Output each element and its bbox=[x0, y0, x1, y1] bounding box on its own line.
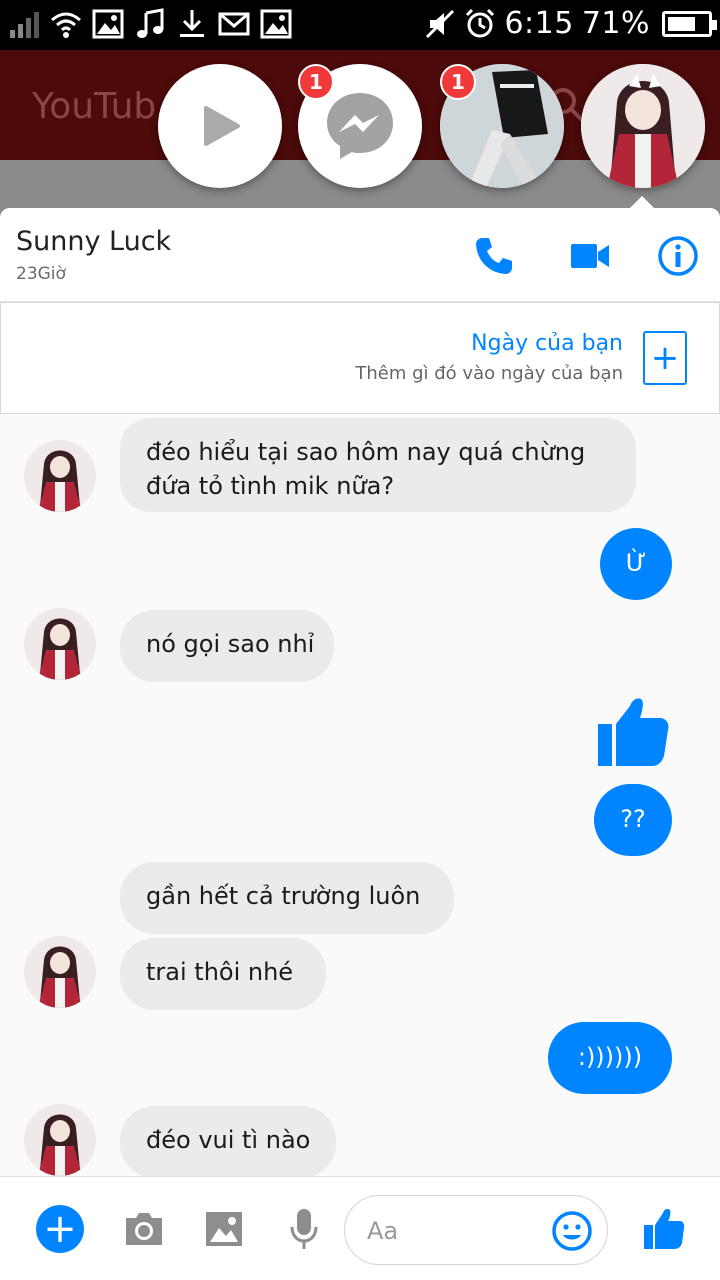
info-icon bbox=[658, 236, 698, 276]
status-icons-left bbox=[8, 8, 292, 40]
emoji-icon[interactable] bbox=[551, 1210, 593, 1252]
gallery-button[interactable] bbox=[200, 1205, 248, 1253]
wifi-icon bbox=[51, 12, 81, 38]
my-day-banner[interactable]: Ngày của bạn Thêm gì đó vào ngày của bạn… bbox=[0, 302, 720, 414]
message-incoming[interactable]: gần hết cả trường luôn bbox=[120, 862, 454, 934]
contact-avatar[interactable] bbox=[24, 936, 96, 1008]
message-outgoing[interactable]: :)))))) bbox=[548, 1022, 672, 1094]
mail-icon bbox=[218, 12, 250, 36]
plus-circle-icon: + bbox=[36, 1205, 84, 1253]
info-button[interactable] bbox=[656, 234, 700, 278]
message-incoming[interactable]: đéo hiểu tại sao hôm nay quá chừng đứa t… bbox=[120, 418, 636, 512]
messenger-icon bbox=[327, 93, 393, 159]
video-call-button[interactable] bbox=[568, 234, 612, 278]
contact-avatar[interactable] bbox=[24, 440, 96, 512]
play-chat-head[interactable] bbox=[158, 64, 282, 188]
camera-icon bbox=[126, 1213, 162, 1245]
camera-button[interactable] bbox=[120, 1205, 168, 1253]
message-input[interactable] bbox=[367, 1214, 547, 1248]
my-day-title[interactable]: Ngày của bạn bbox=[471, 331, 623, 356]
message-outgoing[interactable]: Ừ bbox=[600, 528, 672, 600]
more-actions-button[interactable]: + bbox=[36, 1205, 84, 1253]
gallery-icon bbox=[260, 9, 292, 39]
clock: 6:15 bbox=[504, 6, 574, 41]
alarm-icon bbox=[466, 8, 495, 37]
active-head-pointer bbox=[628, 196, 656, 210]
download-icon bbox=[180, 10, 204, 37]
contact-avatar-image bbox=[24, 1104, 96, 1176]
phone-icon bbox=[476, 238, 512, 274]
image-icon bbox=[206, 1212, 242, 1246]
message-incoming[interactable]: nó gọi sao nhỉ bbox=[120, 610, 334, 682]
message-input-box[interactable] bbox=[344, 1195, 608, 1265]
status-icons-right: 6:15 71% bbox=[424, 6, 717, 41]
battery-icon bbox=[662, 10, 717, 37]
play-icon bbox=[204, 106, 240, 146]
contact-avatar[interactable] bbox=[24, 608, 96, 680]
chat-header: Sunny Luck 23Giờ bbox=[0, 208, 720, 302]
contact-avatar-image bbox=[24, 608, 96, 680]
my-day-subtitle: Thêm gì đó vào ngày của bạn bbox=[355, 363, 623, 384]
thumbs-up-icon bbox=[644, 1209, 685, 1249]
microphone-icon bbox=[290, 1209, 318, 1249]
chat-panel: Sunny Luck 23Giờ Ngày của bạn Thêm gì đó… bbox=[0, 208, 720, 1280]
message-incoming[interactable]: đéo vui tì nào bbox=[120, 1106, 336, 1178]
unread-badge: 1 bbox=[298, 64, 334, 100]
unread-badge: 1 bbox=[440, 64, 476, 100]
music-icon bbox=[137, 8, 164, 38]
contact-avatar-image bbox=[581, 64, 705, 188]
mute-icon bbox=[426, 9, 455, 38]
message-list: đéo hiểu tại sao hôm nay quá chừng đứa t… bbox=[0, 414, 720, 1178]
contact-avatar-image bbox=[24, 440, 96, 512]
chat-heads: 1 1 bbox=[0, 64, 720, 194]
message-incoming[interactable]: trai thôi nhé bbox=[120, 938, 326, 1010]
contact-status: 23Giờ bbox=[16, 264, 66, 284]
voice-button[interactable] bbox=[280, 1205, 328, 1253]
contact-avatar[interactable] bbox=[24, 1104, 96, 1176]
video-camera-icon bbox=[571, 244, 609, 268]
add-to-day-button[interactable]: + bbox=[643, 331, 687, 385]
message-composer: + bbox=[0, 1176, 720, 1280]
send-like-button[interactable] bbox=[640, 1205, 688, 1253]
like-sticker-icon[interactable] bbox=[596, 694, 672, 770]
gallery-icon bbox=[92, 9, 124, 39]
status-bar: 6:15 71% bbox=[0, 0, 720, 50]
contact-avatar-image bbox=[24, 936, 96, 1008]
message-line: đéo hiểu tại sao hôm nay quá chừng bbox=[146, 438, 586, 466]
message-outgoing[interactable]: ?? bbox=[594, 784, 672, 856]
contact-chat-head-anime[interactable] bbox=[581, 64, 705, 188]
signal-icon bbox=[10, 12, 39, 38]
contact-name[interactable]: Sunny Luck bbox=[16, 226, 171, 257]
battery-level bbox=[668, 16, 695, 31]
call-button[interactable] bbox=[472, 234, 516, 278]
battery-percent: 71% bbox=[581, 6, 650, 41]
message-line: đứa tỏ tình mik nữa? bbox=[146, 471, 395, 500]
plus-icon: + bbox=[650, 338, 680, 378]
